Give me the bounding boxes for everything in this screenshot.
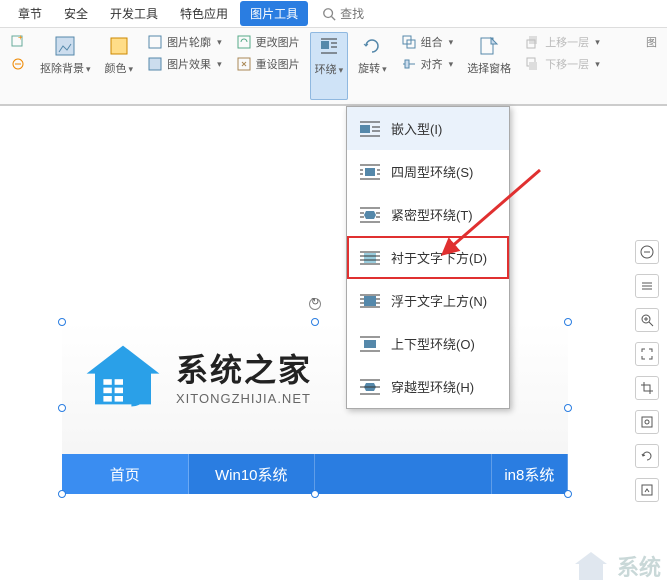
document-canvas[interactable]: 系统之家 XITONGZHIJIA.NET 首页 Win10系统 in8系统 [0,106,619,588]
logo: 系统之家 XITONGZHIJIA.NET [80,340,312,410]
group-button[interactable]: 组合 [397,32,458,52]
watermark: 系统 [571,550,661,582]
effect-remove-button[interactable] [6,54,30,74]
bring-forward-button[interactable]: 上移一层 [521,32,604,52]
rotate-button[interactable]: 旋转 [354,32,391,100]
send-backward-button[interactable]: 下移一层 [521,54,604,74]
selection-pane-button[interactable]: 选择窗格 [463,32,515,100]
rotate-label: 旋转 [358,60,387,76]
rotate-handle[interactable] [309,298,321,310]
outline-view-button[interactable] [635,274,659,298]
remove-bg-button[interactable]: 抠除背景 [36,32,95,100]
nav-win8: in8系统 [492,454,568,494]
wrap-front-text[interactable]: 浮于文字上方(N) [347,279,509,322]
tab-security[interactable]: 安全 [54,1,98,26]
align-button[interactable]: 对齐 [397,54,458,74]
search-icon [322,7,336,21]
logo-english: XITONGZHIJIA.NET [176,391,312,406]
wrap-inline[interactable]: 嵌入型(I) [347,107,509,150]
resize-handle[interactable] [564,404,572,412]
replace-button[interactable] [635,478,659,502]
tab-picture-tools[interactable]: 图片工具 [240,1,308,26]
tab-picture-extra[interactable]: 图 [642,32,661,100]
color-label: 颜色 [105,60,134,76]
remove-bg-label: 抠除背景 [40,60,91,76]
selection-pane-label: 选择窗格 [467,60,511,76]
zoom-out-button[interactable] [635,240,659,264]
resize-handle[interactable] [58,490,66,498]
side-toolbar [627,240,667,502]
tab-section[interactable]: 章节 [8,1,52,26]
wrap-behind-text[interactable]: 衬于文字下方(D) [347,236,509,279]
effect-insert-button[interactable]: + [6,32,30,52]
rotate-tool-button[interactable] [635,444,659,468]
image-navbar: 首页 Win10系统 in8系统 [62,454,568,494]
fit-button[interactable] [635,342,659,366]
svg-text:+: + [18,34,23,42]
wrap-label: 环绕 [315,61,344,77]
resize-handle[interactable] [311,490,319,498]
house-icon [80,340,166,410]
reset-picture-button[interactable]: 重设图片 [232,54,304,74]
properties-button[interactable] [635,410,659,434]
resize-handle[interactable] [564,490,572,498]
resize-handle[interactable] [58,404,66,412]
resize-handle[interactable] [564,318,572,326]
search-box[interactable] [322,7,400,21]
nav-home: 首页 [62,454,189,494]
logo-chinese: 系统之家 [176,345,312,391]
wrap-square[interactable]: 四周型环绕(S) [347,150,509,193]
crop-button[interactable] [635,376,659,400]
ribbon: + 抠除背景 颜色 图片轮廓 图片效果 更改图片 重设图片 环绕 旋转 组合 对… [0,28,667,106]
search-input[interactable] [340,7,400,21]
wrap-through[interactable]: 穿越型环绕(H) [347,365,509,408]
picture-effect-button[interactable]: 图片效果 [143,54,226,74]
nav-win10: Win10系统 [189,454,316,494]
tab-special[interactable]: 特色应用 [170,1,238,26]
wrap-top-bottom[interactable]: 上下型环绕(O) [347,322,509,365]
color-button[interactable]: 颜色 [101,32,138,100]
menu-tabbar: 章节 安全 开发工具 特色应用 图片工具 [0,0,667,28]
tab-devtools[interactable]: 开发工具 [100,1,168,26]
change-picture-button[interactable]: 更改图片 [232,32,304,52]
picture-outline-button[interactable]: 图片轮廓 [143,32,226,52]
zoom-in-button[interactable] [635,308,659,332]
wrap-button[interactable]: 环绕 [310,32,349,100]
resize-handle[interactable] [58,318,66,326]
wrap-tight[interactable]: 紧密型环绕(T) [347,193,509,236]
resize-handle[interactable] [311,318,319,326]
wrap-dropdown: 嵌入型(I) 四周型环绕(S) 紧密型环绕(T) 衬于文字下方(D) 浮于文字上… [346,106,510,409]
